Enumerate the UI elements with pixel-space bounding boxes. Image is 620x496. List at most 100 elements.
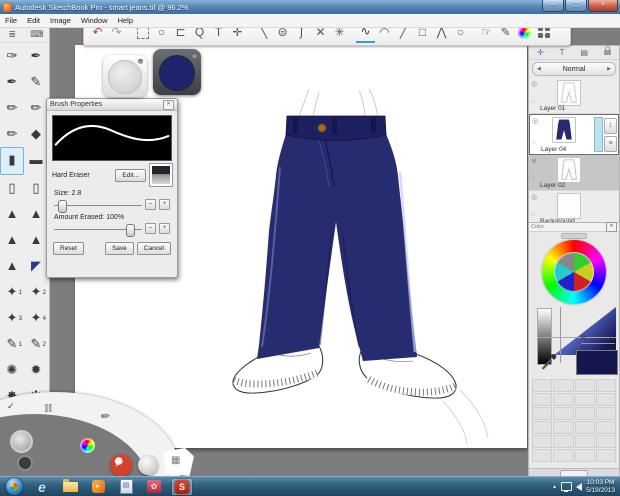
empty-swatch[interactable] [553, 449, 573, 462]
brush-spatter-2[interactable]: ✹ [24, 357, 48, 383]
undo-puck[interactable] [110, 454, 132, 476]
layer-opacity-slider[interactable] [594, 117, 603, 152]
brush-paintbrush-3[interactable]: ▲ [0, 227, 24, 253]
brush-chisel-marker[interactable]: ✏ [0, 95, 24, 121]
blend-next-icon[interactable]: ▶ [607, 66, 611, 72]
empty-swatch[interactable] [575, 407, 595, 420]
brush-custom-pen-1[interactable]: ✎1 [0, 331, 24, 357]
lagoon-color-wheel-icon[interactable] [80, 438, 95, 453]
blend-prev-icon[interactable]: ◀ [537, 66, 541, 72]
empty-swatch[interactable] [575, 393, 595, 406]
layer-radio[interactable]: ○ [531, 99, 535, 105]
empty-swatch[interactable] [575, 421, 595, 434]
brush-pen[interactable]: ✒ [24, 43, 48, 69]
minimize-button[interactable]: — [542, 0, 564, 12]
taskbar-media-player[interactable]: ▸ [88, 479, 108, 495]
menu-file[interactable]: File [0, 15, 22, 26]
brush-custom-brush-3[interactable]: ✦3 [0, 305, 24, 331]
taskbar-document-app[interactable]: ▤ [116, 479, 136, 495]
empty-swatch[interactable] [575, 379, 595, 392]
reset-button[interactable]: Reset [53, 242, 84, 255]
brush-custom-pen-2[interactable]: ✎2 [24, 331, 48, 357]
size-slider[interactable] [54, 200, 142, 210]
taskbar-internet-explorer[interactable]: e [32, 479, 52, 495]
empty-swatch[interactable] [596, 407, 616, 420]
lagoon-image-puck[interactable] [10, 430, 33, 453]
empty-swatch[interactable] [553, 421, 573, 434]
empty-swatch[interactable] [575, 449, 595, 462]
empty-swatch[interactable] [532, 407, 552, 420]
color-puck-disc[interactable] [159, 55, 195, 91]
empty-swatch[interactable] [596, 421, 616, 434]
dialog-close-icon[interactable]: ✕ [163, 100, 174, 110]
empty-swatch[interactable] [553, 379, 573, 392]
empty-swatch[interactable] [532, 435, 552, 448]
close-button[interactable]: ✕ [588, 0, 618, 12]
network-icon[interactable] [561, 482, 572, 491]
taskbar-windows-explorer[interactable] [60, 479, 80, 495]
eye-icon[interactable]: ◎ [531, 80, 537, 88]
menu-image[interactable]: Image [45, 15, 76, 26]
brush-pair-icon[interactable]: ⫿⫿ [45, 403, 53, 414]
brush-sliders-icon[interactable]: ≣ [2, 29, 22, 40]
brush-custom-brush-1[interactable]: ✦1 [0, 279, 24, 305]
amount-decrease-button[interactable]: – [145, 223, 156, 234]
layer-radio[interactable]: ○ [532, 140, 536, 146]
brush-airbrush[interactable]: ▲ [0, 253, 24, 279]
menu-help[interactable]: Help [113, 15, 138, 26]
tray-chevron-icon[interactable]: ▲ [552, 484, 557, 490]
layer-row-layer04-selected[interactable]: ◎ ○ Layer 04 ↕ ≡ [529, 114, 619, 155]
brush-paintbrush-4[interactable]: ▲ [24, 227, 48, 253]
menu-window[interactable]: Window [76, 15, 113, 26]
taskbar-clock[interactable]: 10:03 PM 5/19/2013 [586, 479, 615, 495]
empty-swatch[interactable] [553, 407, 573, 420]
keyboard-shortcuts-icon[interactable]: ⌨ [27, 29, 47, 40]
amount-increase-button[interactable]: + [159, 223, 170, 234]
volume-icon[interactable] [576, 483, 582, 491]
brush-eraser-block-2[interactable]: ▯ [24, 175, 48, 201]
layer-menu-button[interactable]: ≡ [604, 136, 617, 152]
brush-highlighter[interactable]: ◆ [24, 121, 48, 147]
brush-airbrush-blue[interactable]: ◤ [24, 253, 48, 279]
empty-swatch[interactable] [553, 435, 573, 448]
brush-marker[interactable]: ✎ [24, 69, 48, 95]
brush-pencil[interactable]: ✑ [0, 43, 24, 69]
eye-off-icon[interactable]: ⊗ [531, 157, 537, 165]
color-panel-close-icon[interactable]: ✕ [606, 222, 617, 232]
brush-thumbnail[interactable] [150, 164, 172, 186]
empty-swatch[interactable] [532, 393, 552, 406]
taskbar-start[interactable] [4, 479, 24, 495]
brush-paintbrush-2[interactable]: ▲ [24, 201, 48, 227]
empty-swatch[interactable] [596, 449, 616, 462]
brush-custom-brush-2[interactable]: ✦2 [24, 279, 48, 305]
empty-swatch[interactable] [532, 449, 552, 462]
brush-puck-disc[interactable] [108, 60, 142, 94]
menu-edit[interactable]: Edit [22, 15, 45, 26]
color-panel-title-bar[interactable]: Color ✕ [529, 223, 619, 232]
dialog-title-bar[interactable]: Brush Properties ✕ [47, 99, 177, 111]
amount-erased-slider[interactable] [54, 224, 142, 234]
edit-button[interactable]: Edit... [115, 169, 146, 182]
layer-row-layer02-hidden[interactable]: ⊗ ○ Layer 02 [529, 155, 619, 191]
empty-swatch[interactable] [553, 393, 573, 406]
brush-hard-eraser[interactable]: ▮ [0, 147, 24, 175]
empty-swatch[interactable] [596, 379, 616, 392]
color-wheel-inner[interactable] [554, 252, 594, 292]
brush-puck[interactable] [103, 55, 147, 97]
text-layer-icon[interactable]: T [560, 48, 565, 57]
size-increase-button[interactable]: + [159, 199, 170, 210]
slider-thumb[interactable] [126, 224, 135, 237]
redo-puck[interactable] [138, 455, 158, 475]
panel-drag-handle[interactable] [561, 233, 587, 239]
brush-ballpoint[interactable]: ✒ [0, 69, 24, 95]
empty-swatch[interactable] [532, 421, 552, 434]
color-puck[interactable] [153, 49, 201, 95]
taskbar-sketchbook-pro[interactable]: S [172, 479, 192, 495]
brush-custom-brush-4[interactable]: ✦4 [24, 305, 48, 331]
brush-soft-eraser[interactable]: ▬ [24, 147, 48, 173]
maximize-button[interactable]: ▢ [565, 0, 587, 12]
brush-felt-pen[interactable]: ✏ [24, 95, 48, 121]
cancel-button[interactable]: Cancel [137, 242, 171, 255]
slider-thumb[interactable] [58, 200, 67, 213]
empty-swatch[interactable] [596, 393, 616, 406]
